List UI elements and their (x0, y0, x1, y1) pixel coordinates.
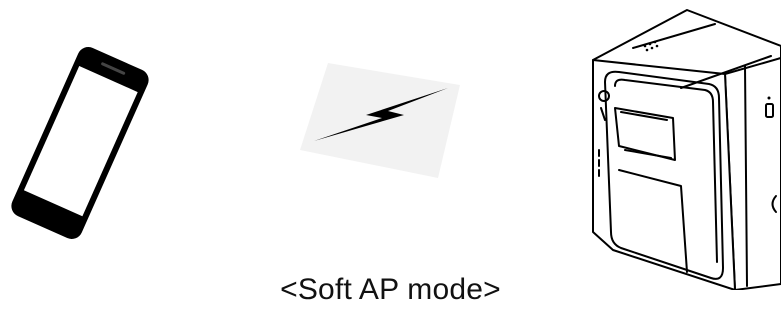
smartphone-icon (0, 40, 160, 245)
diagram-caption: <Soft AP mode> (280, 273, 501, 306)
wireless-bolt-icon (300, 55, 460, 180)
soft-ap-diagram: <Soft AP mode> (0, 0, 781, 327)
receipt-printer-icon (575, 0, 781, 290)
